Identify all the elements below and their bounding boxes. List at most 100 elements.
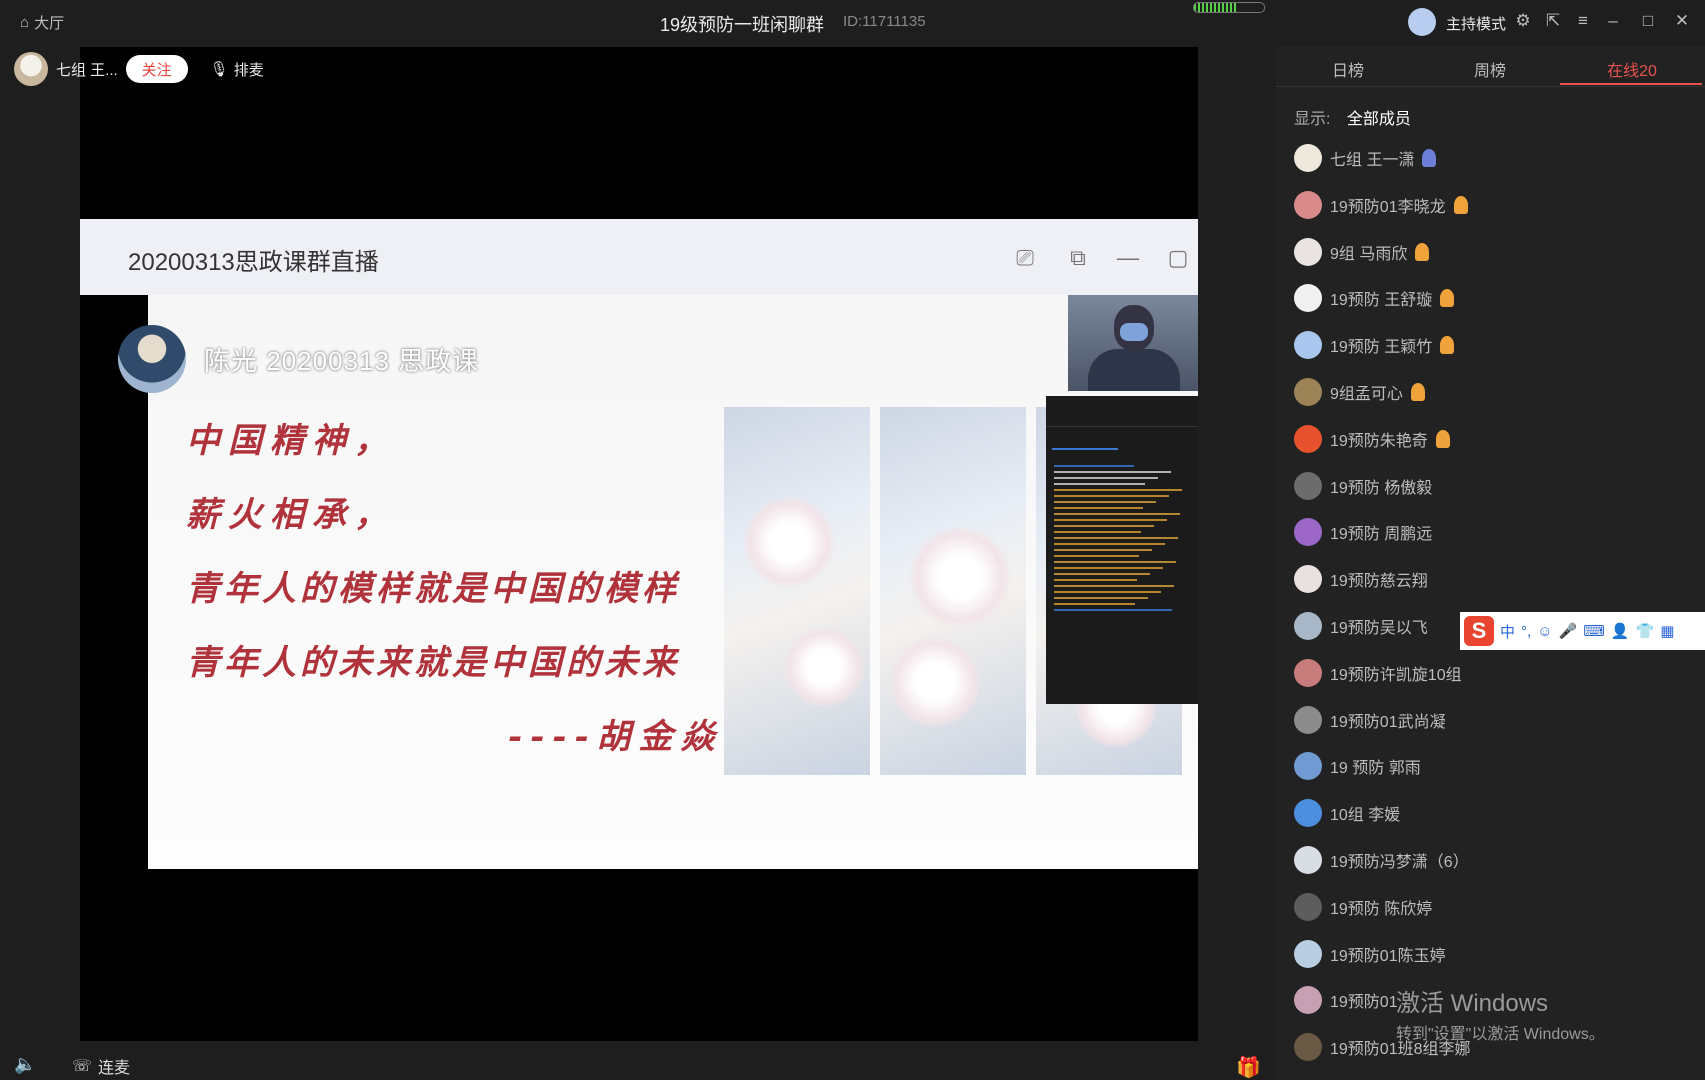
- minimize-icon[interactable]: –: [1602, 9, 1624, 33]
- mini-chat-line: [1054, 573, 1150, 575]
- member-tabs: 日榜 周榜 在线20: [1276, 46, 1705, 87]
- blossom-photo: [724, 407, 870, 775]
- tab-weekly[interactable]: 周榜: [1430, 57, 1550, 81]
- member-avatar: [1294, 892, 1322, 921]
- member-avatar: [1294, 518, 1322, 547]
- member-name: 10组 李媛: [1330, 807, 1401, 825]
- member-item[interactable]: 19预防01武尚凝: [1294, 700, 1446, 740]
- host-mode-label[interactable]: 主持模式: [1446, 13, 1506, 34]
- member-item[interactable]: 19预防吴以飞: [1294, 606, 1428, 646]
- lobby-link[interactable]: ⌂ 大厅: [20, 12, 64, 33]
- speaker-icon[interactable]: 🔈: [14, 1054, 36, 1075]
- tab-daily[interactable]: 日榜: [1288, 57, 1408, 81]
- watermark-line2: 转到"设置"以激活 Windows。: [1396, 1026, 1605, 1043]
- member-name: 19预防 杨傲毅: [1330, 479, 1433, 497]
- member-name: 19预防01陈玉婷: [1330, 947, 1446, 965]
- member-item[interactable]: 19预防 周鹏远: [1294, 512, 1432, 552]
- poem-attribution: ----胡金焱: [508, 717, 723, 757]
- member-avatar: [1294, 331, 1322, 360]
- member-item[interactable]: 9组 马雨欣: [1294, 232, 1430, 272]
- mini-chat-line: [1054, 561, 1176, 563]
- skin-icon[interactable]: 👕: [1636, 622, 1655, 640]
- member-item[interactable]: 19预防 陈欣婷: [1294, 887, 1432, 927]
- follow-button[interactable]: 关注: [125, 55, 188, 83]
- shared-screen-window: 20200313思政课群直播 ⎚ ⧉ — ▢ 陈光 20200313 思政课 中…: [80, 219, 1198, 869]
- slide-title: 陈光 20200313 思政课: [204, 346, 480, 376]
- popout-icon[interactable]: ⇱: [1542, 9, 1564, 33]
- blossom-photo: [880, 407, 1026, 775]
- member-name: 9组 马雨欣: [1330, 245, 1408, 263]
- poem-line: 青年人的未来就是中国的未来: [186, 643, 680, 683]
- gift-icon[interactable]: 🎁: [1236, 1055, 1261, 1080]
- member-avatar: [1294, 190, 1322, 219]
- mini-chat-line: [1054, 525, 1154, 527]
- close-icon[interactable]: ✕: [1671, 9, 1693, 33]
- mic-icon: 🎙: [209, 61, 229, 78]
- member-item[interactable]: 10组 李媛: [1294, 793, 1400, 833]
- member-item[interactable]: 19 预防 郭雨: [1294, 746, 1421, 786]
- shared-window-title: 20200313思政课群直播: [128, 249, 379, 276]
- member-name: 19 预防 郭雨: [1330, 760, 1421, 778]
- ime-logo[interactable]: S: [1464, 616, 1494, 646]
- member-item[interactable]: 9组孟可心: [1294, 372, 1425, 412]
- mic-queue-label: 排麦: [233, 61, 264, 79]
- host-avatar[interactable]: [1408, 8, 1436, 36]
- mini-chat-line: [1054, 507, 1143, 509]
- ime-toolbar: S 中 °, ☺ 🎤 ⌨ 👤 👕 ▦: [1460, 612, 1705, 650]
- ime-mode[interactable]: 中: [1500, 621, 1515, 642]
- member-item[interactable]: 19预防许凯旋10组: [1294, 653, 1462, 693]
- tab-online[interactable]: 在线20: [1572, 57, 1692, 81]
- member-item[interactable]: 19预防 王舒璇: [1294, 278, 1455, 318]
- member-item[interactable]: 19预防01陈玉婷: [1294, 934, 1446, 974]
- member-role-icon: [1440, 336, 1455, 355]
- slide: 陈光 20200313 思政课 中国精神， 薪火相承， 青年人的模样就是中国的模…: [118, 295, 1198, 869]
- poem-line: 薪火相承，: [186, 495, 396, 535]
- member-avatar: [1294, 378, 1322, 406]
- member-name: 19预防 周鹏远: [1330, 526, 1433, 544]
- mini-chat-line: [1054, 489, 1182, 491]
- emoji-icon[interactable]: ☺: [1537, 623, 1552, 640]
- signal-meter-fill: [1194, 3, 1236, 12]
- mini-chat-line: [1054, 585, 1174, 587]
- settings-icon[interactable]: ⚙: [1512, 9, 1534, 33]
- minimize-icon[interactable]: —: [1113, 243, 1143, 273]
- menu-icon[interactable]: ≡: [1572, 9, 1594, 33]
- mini-chat-line: [1054, 471, 1171, 473]
- connect-mic-label: 连麦: [98, 1060, 131, 1077]
- member-item[interactable]: 19预防 王颖竹: [1294, 325, 1455, 365]
- presentation-icon[interactable]: ⎚: [1010, 243, 1040, 273]
- maximize-icon[interactable]: ▢: [1163, 243, 1193, 273]
- mini-chat-line: [1054, 513, 1180, 515]
- shared-window-header: 20200313思政课群直播 ⎚ ⧉ — ▢: [80, 219, 1198, 295]
- mini-chat-line: [1054, 531, 1141, 533]
- member-avatar: [1294, 237, 1322, 266]
- copy-icon[interactable]: ⧉: [1063, 243, 1093, 273]
- punctuation-icon[interactable]: °,: [1521, 623, 1531, 640]
- member-avatar: [1294, 846, 1322, 874]
- webcam-preview: [1068, 295, 1198, 391]
- member-item[interactable]: 19预防朱艳奇: [1294, 419, 1450, 459]
- member-item[interactable]: 19预防冯梦潇（6）: [1294, 840, 1469, 880]
- member-avatar: [1294, 1033, 1322, 1062]
- member-avatar: [1294, 565, 1322, 594]
- member-item[interactable]: 19预防慈云翔: [1294, 559, 1428, 599]
- member-item[interactable]: 19预防01: [1294, 980, 1398, 1020]
- member-avatar: [1294, 799, 1322, 828]
- member-item[interactable]: 19预防01李晓龙: [1294, 185, 1468, 225]
- keyboard-icon[interactable]: ⌨: [1583, 622, 1605, 640]
- user-icon[interactable]: 👤: [1611, 622, 1630, 640]
- presenter-name: 七组 王...: [56, 61, 118, 79]
- member-item[interactable]: 19预防 杨傲毅: [1294, 466, 1432, 506]
- member-item[interactable]: 七组 王一潇: [1294, 138, 1437, 178]
- voice-icon[interactable]: 🎤: [1559, 622, 1578, 640]
- grid-icon[interactable]: ▦: [1660, 622, 1674, 640]
- mic-queue-button[interactable]: 🎙 排麦: [210, 59, 264, 80]
- member-avatar: [1294, 284, 1322, 313]
- signal-meter: [1193, 2, 1265, 13]
- maximize-icon[interactable]: □: [1637, 9, 1659, 33]
- presenter-avatar[interactable]: [14, 52, 48, 86]
- member-filter[interactable]: 显示: 全部成员: [1294, 105, 1411, 129]
- member-role-icon: [1422, 149, 1437, 167]
- connect-mic-button[interactable]: ☏ 连麦: [72, 1054, 130, 1078]
- member-name: 19预防 陈欣婷: [1330, 900, 1433, 918]
